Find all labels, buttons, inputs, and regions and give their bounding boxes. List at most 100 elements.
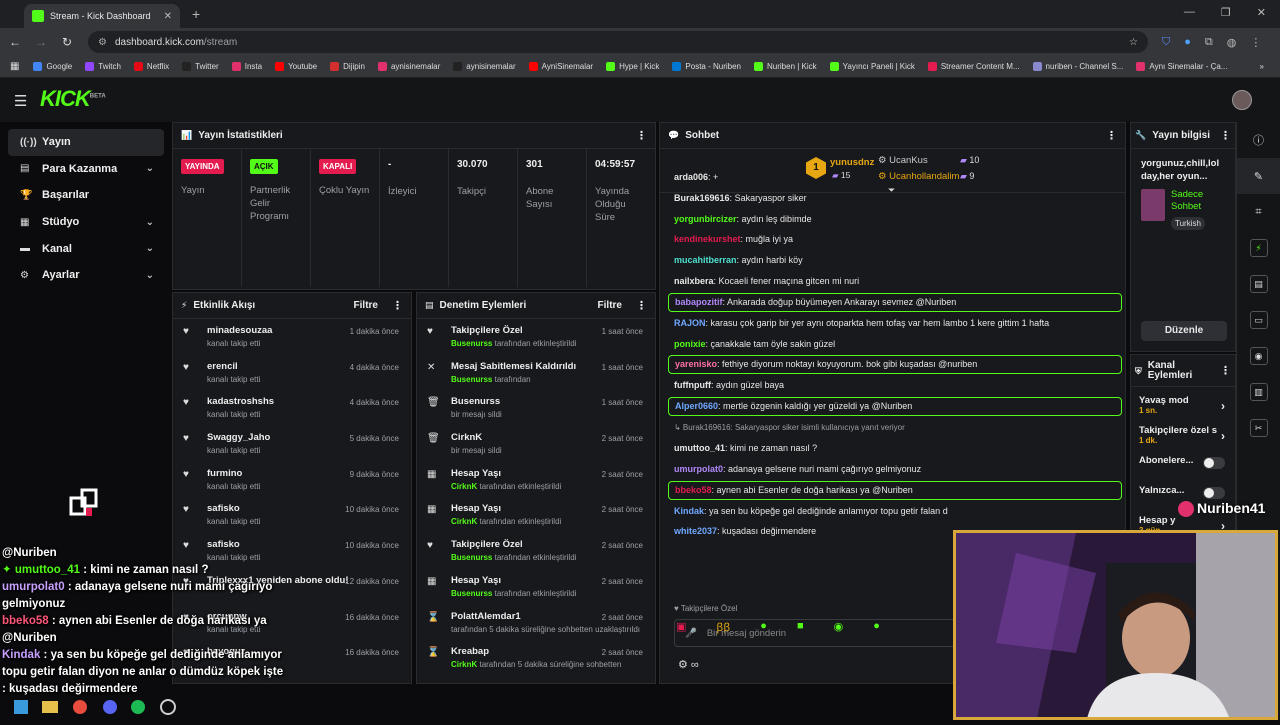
mod-action-item[interactable]: ▦ Hesap Yaşı CirknK tarafından etkinleştir… [417,462,655,498]
chat-message[interactable]: Kindak: ya sen bu köpeğe gel dediğinde a… [668,501,1122,522]
activity-feed-item[interactable]: ♥ safisko kanalı takip etti 10 dakika önce [173,497,411,533]
chat-message[interactable]: kendinekurshet: muğla iyi ya [668,229,1122,250]
kick-logo[interactable]: KICKBETA [40,86,106,112]
info-icon[interactable]: ⓘ [1237,122,1280,158]
chevron-down-icon[interactable]: ⌄ [146,163,154,174]
mod-action-item[interactable]: ♥ Takipçilere Özel Busenurss tarafından et… [417,533,655,569]
bookmark-item[interactable]: Twitter [182,62,219,71]
chat-message[interactable]: umurpolat0: adanaya gelsene nuri mami ça… [668,459,1122,480]
mod-actor[interactable]: CirknK [451,482,477,491]
chat-message[interactable]: yarenisko: fethiye diyorum noktayı koyuy… [668,355,1122,375]
chat-message[interactable]: RAJON: karasu çok garip bir yer aynı oto… [668,313,1122,334]
chat-username[interactable]: yarenisko [675,359,717,369]
sidebar-item-2[interactable]: 🏆 Başarılar [8,182,164,209]
chat-message[interactable]: umuttoo_41: kimi ne zaman nasıl ? [668,438,1122,459]
mod-action-item[interactable]: 🗑 CirknK bir mesajı sildi 2 saat önce [417,426,655,462]
mod-action-item[interactable]: ✕ Mesaj Sabitlemesi Kaldırıldı Busenurss t… [417,355,655,391]
activity-filter-button[interactable]: Filtre [354,300,378,311]
chat-more-icon[interactable]: ⋮ [1106,129,1117,142]
bookmark-item[interactable]: aynisinemalar [377,62,440,71]
toggle-switch[interactable] [1203,487,1225,499]
bookmark-item[interactable]: Yayıncı Paneli | Kick [829,62,915,71]
address-bar[interactable]: ⚙ dashboard.kick.com/stream ☆ [88,31,1148,53]
document-widget-icon[interactable]: ▤ [1237,266,1280,302]
sidebar-item-3[interactable]: ▦ Stüdyo ⌄ [8,209,164,236]
bookmark-item[interactable]: aynisinemalar [453,62,516,71]
sidebar-item-1[interactable]: ▤ Para Kazanma ⌄ [8,156,164,183]
bookmark-item[interactable]: nuriben - Channel S... [1032,62,1123,71]
chat-username[interactable]: umuttoo_41 [674,443,725,453]
bookmark-item[interactable]: AyniSinemalar [528,62,593,71]
chat-message-input[interactable]: 🎤 Bir mesaj gönderin [674,619,964,647]
chat-username[interactable]: Kindak [674,506,704,516]
chat-message[interactable]: babapozitif: Ankarada doğup büyümeyen An… [668,292,1122,312]
bookmark-item[interactable]: Streamer Content M... [927,62,1020,71]
site-info-icon[interactable]: ⚙ [98,37,107,48]
chat-username[interactable]: RAJON [674,318,706,328]
bookmark-item[interactable]: Hype | Kick [606,62,659,71]
chat-message[interactable]: ponixie: çanakkale tam öyle sakin güzel [668,334,1122,355]
chat-username[interactable]: ponixie [674,339,706,349]
minimize-icon[interactable]: — [1184,6,1195,19]
mod-action-item[interactable]: ▦ Hesap Yaşı Busenurss tarafından etkinleş… [417,569,655,605]
layout-widget-icon[interactable]: ▥ [1237,374,1280,410]
microphone-icon[interactable]: 🎤 [685,628,697,639]
mod-more-icon[interactable]: ⋮ [636,299,647,312]
mod-actor[interactable]: Busenurss [451,589,492,598]
mod-actor[interactable]: Busenurss [451,553,492,562]
mod-actor[interactable]: CirknK [451,660,477,669]
hamburger-menu-icon[interactable]: ☰ [14,92,27,110]
chat-message[interactable]: mucahitberran: aydın harbi köy [668,250,1122,271]
category-name[interactable]: Sadece Sohbet [1171,189,1235,213]
chat-username[interactable]: Alper0660 [675,401,718,411]
bookmark-star-icon[interactable]: ☆ [1129,37,1138,48]
activity-feed-item[interactable]: ♥ Swaggy_Jaho kanalı takip etti 5 dakika ön… [173,426,411,462]
edit-stream-info-button[interactable]: Düzenle [1141,321,1227,341]
mod-filter-button[interactable]: Filtre [598,300,622,311]
mod-action-item[interactable]: 🗑 Busenurss bir mesajı sildi 1 saat önce [417,390,655,426]
activity-feed-item[interactable]: ♥ minadesouzaa kanalı takip etti 1 dakika ö… [173,319,411,355]
chat-widget-icon[interactable]: ▭ [1237,302,1280,338]
browser-menu-icon[interactable]: ⋮ [1250,36,1261,49]
chat-username[interactable]: umurpolat0 [674,464,723,474]
mod-action-item[interactable]: ▦ Hesap Yaşı CirknK tarafından etkinleştir… [417,497,655,533]
bookmark-item[interactable]: Insta [231,62,262,71]
chevron-right-icon[interactable]: › [1221,429,1225,443]
chat-message[interactable]: Burak169616: Sakaryaspor siker [668,188,1122,209]
mod-action-item[interactable]: ⌛ Kreabap CirknK tarafından 5 dakika sürel… [417,640,655,676]
chevron-down-icon[interactable]: ⌄ [146,243,154,254]
user-avatar[interactable] [1232,90,1252,110]
channel-action-item[interactable]: Abonelere... [1131,447,1235,477]
forward-icon[interactable]: → [28,35,54,49]
bookmark-item[interactable]: Google [33,62,72,71]
chevron-down-icon[interactable]: ⌄ [146,270,154,281]
activity-more-icon[interactable]: ⋮ [392,299,403,312]
channel-actions-more-icon[interactable]: ⋮ [1220,365,1231,376]
mod-action-item[interactable]: ⌛ PolattAlemdar1 tarafından 5 dakika sürel… [417,605,655,641]
shield-extension-icon[interactable]: ⛉ [1162,36,1170,49]
close-window-icon[interactable]: ✕ [1257,6,1266,19]
chevron-right-icon[interactable]: › [1221,399,1225,413]
sidebar-item-0[interactable]: ((·)) Yayın [8,129,164,156]
activity-feed-item[interactable]: ♥ furmino kanalı takip etti 9 dakika önce [173,462,411,498]
chat-username[interactable]: kendinekurshet [674,234,741,244]
chat-message[interactable]: arda006: + [668,167,1122,188]
tools-widget-icon[interactable]: ✂ [1237,410,1280,446]
chat-username[interactable]: mucahitberran [674,255,737,265]
bookmark-item[interactable]: Netflix [133,62,169,71]
mod-actor[interactable]: Busenurss [451,339,492,348]
apps-grid-icon[interactable]: ▦ [10,61,19,72]
mod-actor[interactable]: Busenurss [451,375,492,384]
chat-username[interactable]: nailxbera [674,276,714,286]
close-tab-icon[interactable]: ✕ [164,11,172,22]
stats-more-icon[interactable]: ⋮ [636,129,647,142]
bookmark-item[interactable]: Aynı Sinemalar - Ça... [1136,62,1227,71]
chat-username[interactable]: arda006 [674,172,708,182]
bookmark-item[interactable]: Twitch [85,62,121,71]
chat-settings-icons[interactable]: ⚙ ∞ [678,658,699,671]
mod-actor[interactable]: CirknK [451,517,477,526]
activity-feed-item[interactable]: ♥ kadastroshshs kanalı takip etti 4 dakika … [173,390,411,426]
bookmark-item[interactable]: Youtube [275,62,317,71]
chat-username[interactable]: bbeko58 [675,485,712,495]
chat-message[interactable]: ↳ Burak169616: Sakaryaspor siker isimli … [668,417,1122,438]
